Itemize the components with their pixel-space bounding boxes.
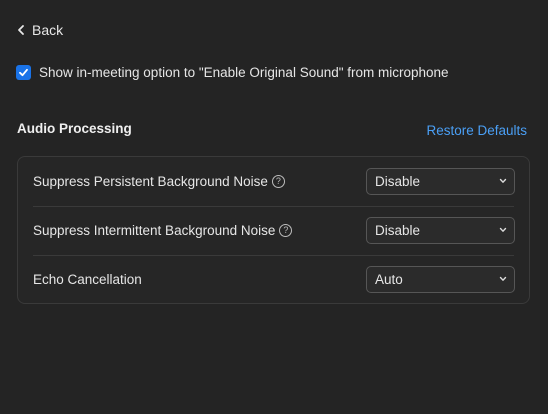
setting-label-text: Echo Cancellation [33, 272, 142, 287]
chevron-down-icon [499, 227, 507, 232]
select-value: Auto [375, 272, 403, 287]
setting-label-text: Suppress Persistent Background Noise [33, 174, 268, 189]
select-value: Disable [375, 223, 421, 238]
setting-label-echo-cancellation: Echo Cancellation [33, 272, 142, 287]
back-button[interactable]: Back [16, 22, 63, 38]
echo-cancellation-select[interactable]: Auto [366, 266, 515, 293]
setting-row-persistent-noise: Suppress Persistent Background Noise ? D… [18, 157, 529, 206]
back-label: Back [32, 22, 64, 38]
audio-processing-panel: Suppress Persistent Background Noise ? D… [17, 156, 530, 304]
setting-row-intermittent-noise: Suppress Intermittent Background Noise ?… [18, 206, 529, 255]
original-sound-checkbox[interactable] [16, 65, 31, 80]
chevron-left-icon [18, 25, 24, 35]
intermittent-noise-select[interactable]: Disable [366, 217, 515, 244]
setting-label-persistent-noise: Suppress Persistent Background Noise ? [33, 174, 285, 189]
restore-defaults-link[interactable]: Restore Defaults [426, 123, 527, 138]
chevron-down-icon [499, 276, 507, 281]
help-icon[interactable]: ? [279, 224, 293, 237]
setting-label-text: Suppress Intermittent Background Noise [33, 223, 276, 238]
select-value: Disable [375, 174, 421, 189]
audio-settings-page: Back Show in-meeting option to "Enable O… [0, 0, 548, 414]
audio-processing-title: Audio Processing [17, 121, 132, 136]
original-sound-option: Show in-meeting option to "Enable Origin… [16, 65, 449, 80]
chevron-down-icon [499, 178, 507, 183]
persistent-noise-select[interactable]: Disable [366, 168, 515, 195]
help-icon[interactable]: ? [271, 175, 285, 188]
setting-row-echo-cancellation: Echo Cancellation Auto [18, 255, 529, 304]
checkmark-icon [19, 68, 28, 77]
original-sound-label: Show in-meeting option to "Enable Origin… [39, 65, 449, 80]
setting-label-intermittent-noise: Suppress Intermittent Background Noise ? [33, 223, 293, 238]
